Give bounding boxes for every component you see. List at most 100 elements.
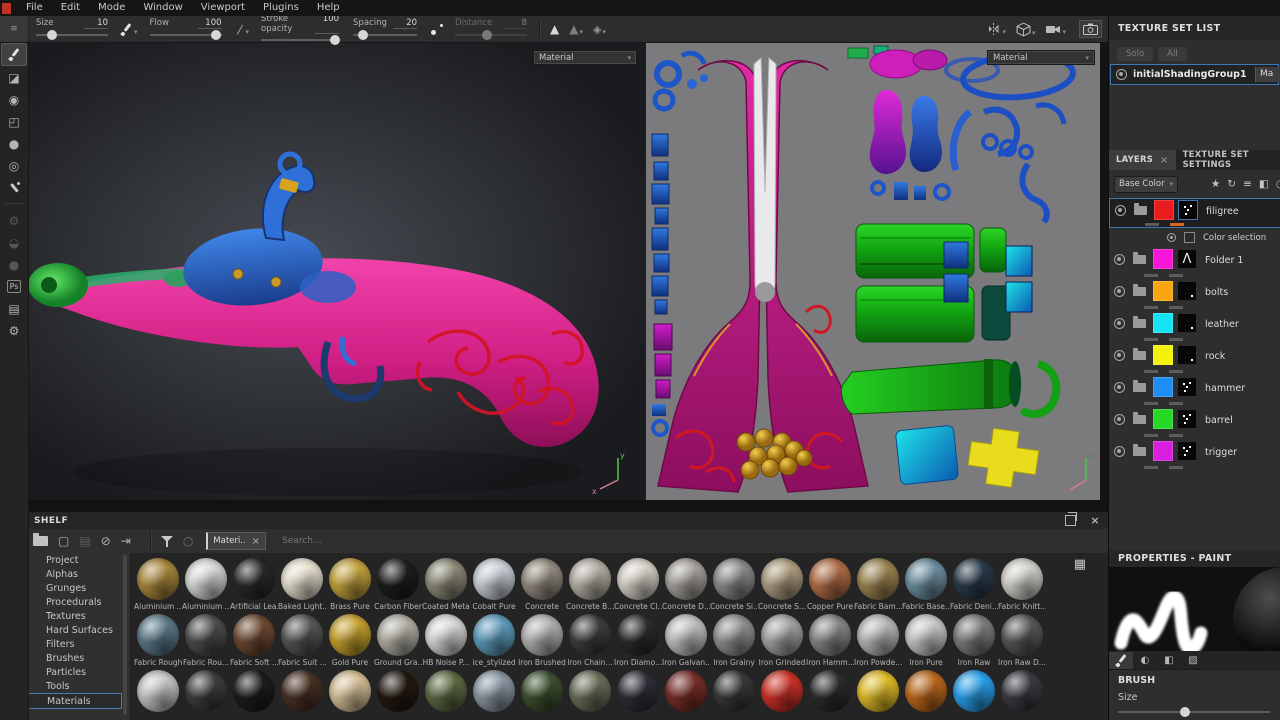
brush-size-slider[interactable] [1118,707,1270,717]
layer-visibility-icon[interactable] [1114,254,1125,265]
material-item[interactable] [662,670,710,714]
layer-visibility-icon[interactable] [1115,205,1126,216]
material-item[interactable]: Iron Raw D... [998,614,1046,667]
layer-mask-thumbnail[interactable] [1177,441,1197,461]
add-effect-icon[interactable]: ★ [1211,178,1220,190]
material-item[interactable]: Fabric Suit ... [278,614,326,667]
material-item[interactable] [758,670,806,714]
material-item[interactable]: Fabric Base... [902,558,950,611]
layer-effect-color-selection[interactable]: Color selection [1109,230,1280,245]
eraser-tool[interactable]: ◪ [2,67,26,88]
material-item[interactable] [230,670,278,714]
shelf-category-project[interactable]: Project [28,553,130,567]
material-item[interactable]: Coated Metal [422,558,470,611]
projection-tool[interactable]: ◉ [2,89,26,110]
layer-visibility-icon[interactable] [1114,446,1125,457]
material-item[interactable]: Ground Gra... [374,614,422,667]
material-item[interactable] [182,670,230,714]
notifications-button[interactable]: ◒ [2,232,26,253]
solo-button[interactable]: Solo [1117,47,1154,61]
material-item[interactable]: Fabric Soft ... [230,614,278,667]
tab-layers[interactable]: LAYERS × [1109,150,1176,170]
material-item[interactable] [614,670,662,714]
material-item[interactable]: Artificial Lea... [230,558,278,611]
save-resources-icon[interactable]: ▤ [79,534,90,548]
mirror-display-icon[interactable]: ▾ [986,22,1006,36]
menu-help[interactable]: Help [308,2,349,13]
material-item[interactable] [134,670,182,714]
viewport-2d-uv[interactable]: y x Material ▾ [645,42,1101,500]
layer-color-swatch[interactable] [1153,409,1173,429]
shelf-folder-icon[interactable] [33,533,48,546]
material-item[interactable]: Iron Grainy [710,614,758,667]
effect-visibility-icon[interactable] [1167,233,1176,242]
material-item[interactable]: Fabric Bam... [854,558,902,611]
material-item[interactable]: HB Noise P... [422,614,470,667]
viewport-3d-material-dropdown[interactable]: Material ▾ [533,50,637,65]
layer-row-rock[interactable]: rock [1109,344,1280,374]
material-item[interactable] [422,670,470,714]
layer-row-hammer[interactable]: hammer [1109,376,1280,406]
stroke-profile-icon[interactable]: ― ▾ [231,21,249,37]
ptab-gradient[interactable]: ▨ [1181,652,1205,669]
flow-value[interactable]: 100 [197,18,222,29]
material-item[interactable]: Fabric Rough [134,614,182,667]
material-item[interactable]: Aluminium ... [134,558,182,611]
new-resource-icon[interactable]: ▢ [58,534,69,548]
material-item[interactable] [998,670,1046,714]
clone-tool[interactable]: ◎ [2,155,26,176]
ptab-material-sphere[interactable]: ◐ [1133,652,1157,669]
layer-row-barrel[interactable]: barrel [1109,408,1280,438]
stamp-tool-icon[interactable]: ◈ ▾ [593,23,606,36]
grid-view-icon[interactable]: ▦ [1074,557,1086,572]
menu-viewport[interactable]: Viewport [192,2,254,13]
screenshot-icon[interactable] [1079,20,1102,38]
remove-filter-icon[interactable]: × [252,536,260,547]
material-item[interactable]: Fabric Knitt... [998,558,1046,611]
material-item[interactable]: Fabric Deni... [950,558,998,611]
flow-slider[interactable] [149,30,222,40]
toolbar-grip[interactable]: ≡ [0,16,29,42]
layer-mask-thumbnail[interactable] [1177,281,1197,301]
layer-row-folder-1[interactable]: Λ Folder 1 [1109,248,1280,278]
tab-texture-set-settings[interactable]: TEXTURE SET SETTINGS [1175,150,1280,170]
material-item[interactable]: Carbon Fiber [374,558,422,611]
menu-file[interactable]: File [17,2,52,13]
layer-row-trigger[interactable]: trigger [1109,440,1280,470]
plugin-slot[interactable]: ● [2,254,26,275]
hide-resources-icon[interactable]: ⊘ [101,534,111,548]
add-layer-icon[interactable]: ≡ [1243,178,1252,190]
undock-panel-icon[interactable] [1065,512,1078,526]
shelf-category-particles[interactable]: Particles [28,665,130,679]
layer-visibility-icon[interactable] [1114,318,1125,329]
close-tab-icon[interactable]: × [1160,155,1169,166]
spacing-slider[interactable] [353,30,418,40]
material-item[interactable]: Aluminium ... [182,558,230,611]
layer-color-swatch[interactable] [1153,377,1173,397]
ptab-brush[interactable] [1109,651,1133,669]
add-fill-layer-icon[interactable]: ◧ [1259,178,1269,190]
material-item[interactable]: Copper Pure [806,558,854,611]
material-item[interactable]: Iron Hamm... [806,614,854,667]
symmetry-x-icon[interactable]: ▲ [550,22,559,36]
layer-visibility-icon[interactable] [1114,350,1125,361]
smudge-tool[interactable]: ● [2,133,26,154]
material-item[interactable]: Iron Pure [902,614,950,667]
substance-tool[interactable]: ⚙ [2,210,26,231]
material-item[interactable] [374,670,422,714]
shelf-category-grunges[interactable]: Grunges [28,581,130,595]
shelf-search-input[interactable] [280,535,485,547]
spacing-value[interactable]: 20 [393,18,418,29]
add-mask-icon[interactable]: ◔ [1276,178,1280,190]
material-item[interactable] [470,670,518,714]
material-item[interactable]: Iron Brushed [518,614,566,667]
material-item[interactable] [950,670,998,714]
stroke-opacity-slider[interactable] [261,34,341,45]
material-item[interactable]: Iron Diamo... [614,614,662,667]
import-resources-icon[interactable]: ⇥ [121,534,131,548]
layer-visibility-icon[interactable] [1114,286,1125,297]
layer-color-swatch[interactable] [1153,313,1173,333]
material-item[interactable]: Concrete B... [566,558,614,611]
symmetry-alt-icon[interactable]: ▲ ▾ [569,22,583,36]
material-item[interactable] [566,670,614,714]
